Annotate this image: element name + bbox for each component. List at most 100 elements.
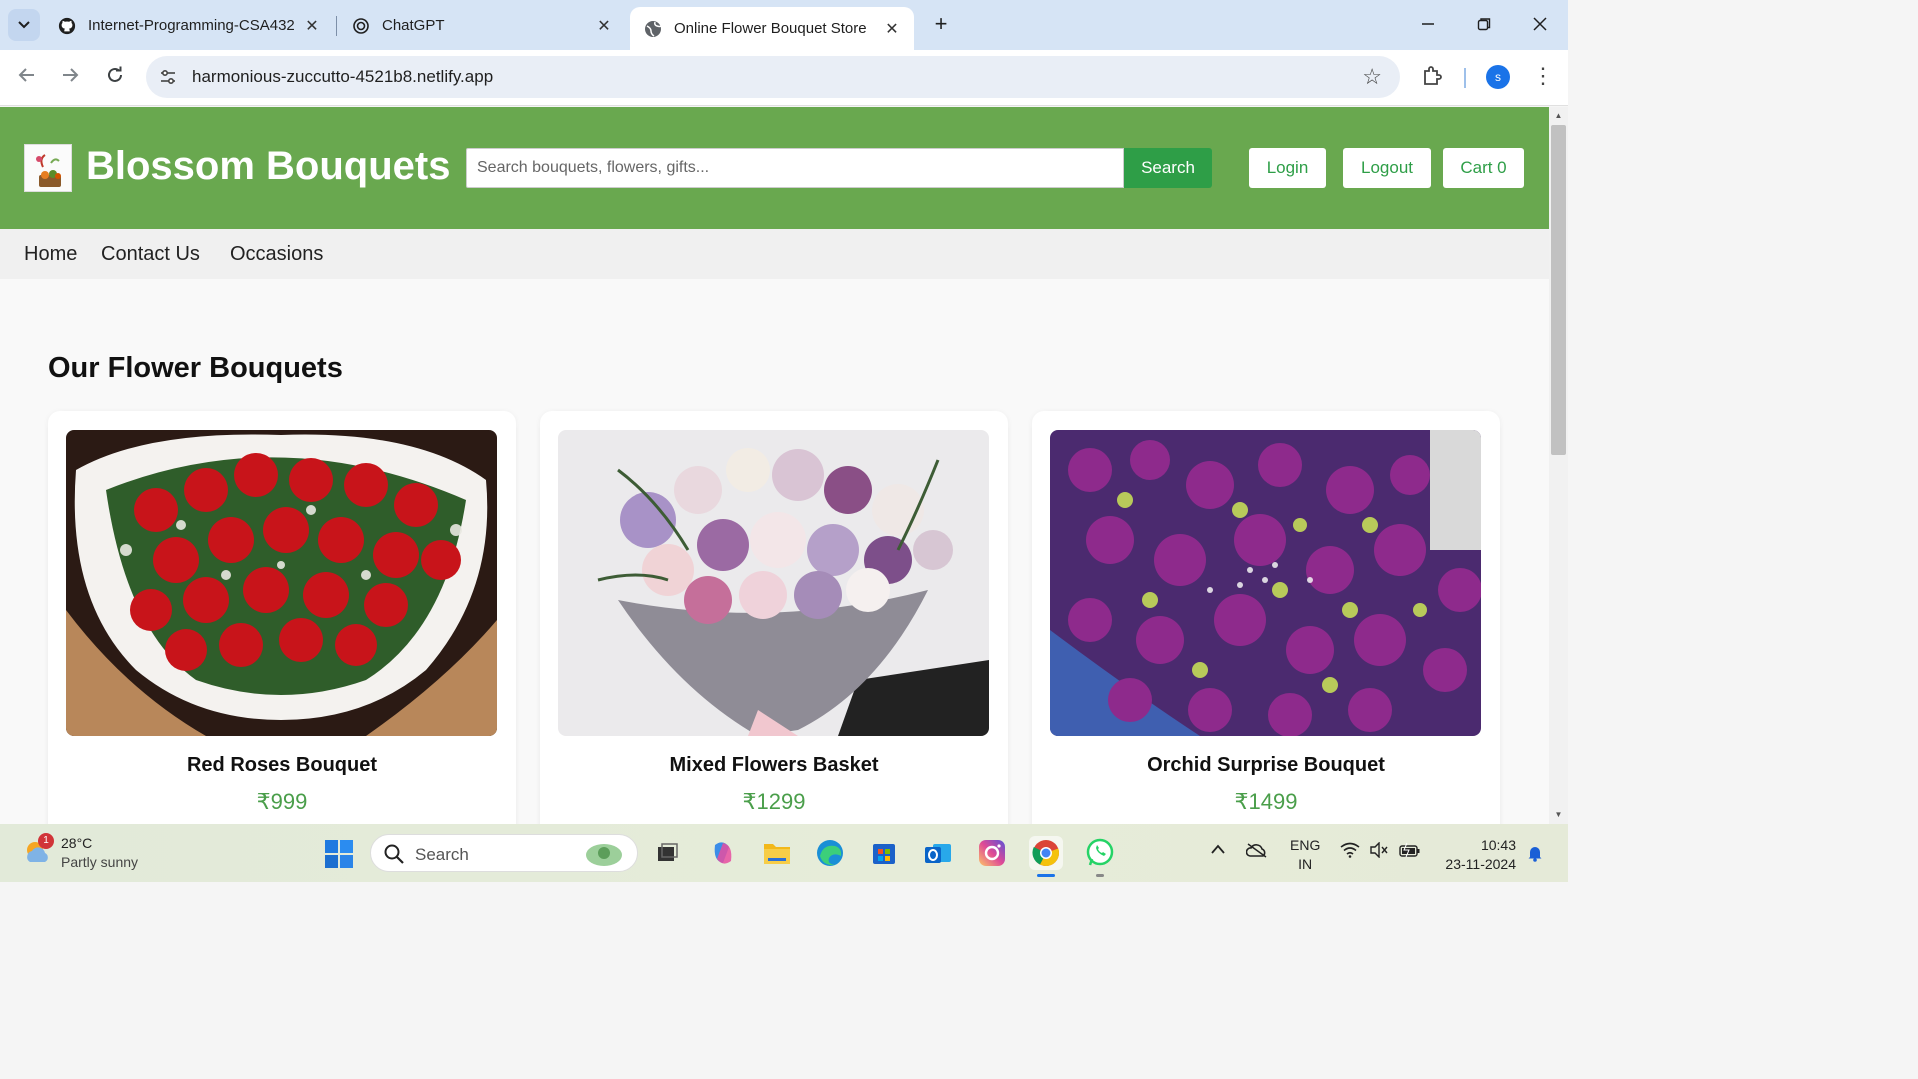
close-icon[interactable]: ✕ — [882, 19, 902, 39]
whatsapp-icon[interactable] — [1083, 836, 1117, 870]
tab-flower-store[interactable]: Online Flower Bouquet Store ✕ — [630, 7, 914, 50]
page-viewport: Blossom Bouquets Search Login Logout Car… — [0, 107, 1549, 824]
microsoft-store-icon[interactable] — [867, 836, 901, 870]
battery-icon[interactable] — [1398, 842, 1422, 861]
logout-button[interactable]: Logout — [1343, 148, 1431, 188]
main-nav: Home Contact Us Occasions — [0, 229, 1549, 279]
nav-contact-us[interactable]: Contact Us — [101, 243, 200, 266]
language-code: ENG — [1290, 837, 1321, 853]
instagram-icon[interactable] — [975, 836, 1009, 870]
product-name[interactable]: Red Roses Bouquet — [48, 754, 516, 777]
section-title: Our Flower Bouquets — [48, 352, 343, 384]
windows-start-icon[interactable] — [324, 839, 354, 869]
login-button[interactable]: Login — [1249, 148, 1326, 188]
reload-icon — [108, 66, 122, 82]
chevron-down-icon — [18, 21, 30, 29]
nav-occasions[interactable]: Occasions — [230, 243, 323, 266]
bookmark-star-icon[interactable]: ☆ — [1362, 64, 1382, 90]
toolbar-divider — [1464, 68, 1466, 88]
notification-badge: 1 — [38, 833, 54, 849]
tab-title: Internet-Programming-CSA432 — [88, 17, 295, 34]
outlook-icon[interactable] — [921, 836, 955, 870]
back-arrow-icon — [18, 68, 34, 82]
new-tab-button[interactable]: + — [928, 12, 954, 38]
weather-temperature[interactable]: 28°C — [61, 835, 92, 851]
edge-icon[interactable] — [813, 836, 847, 870]
product-price: ₹1499 — [1234, 789, 1298, 814]
chatgpt-icon — [352, 17, 370, 35]
address-bar[interactable]: harmonious-zuccutto-4521b8.netlify.app ☆ — [146, 56, 1400, 98]
taskbar-search[interactable]: Search — [370, 834, 638, 872]
product-name[interactable]: Mixed Flowers Basket — [540, 754, 1008, 777]
github-icon — [58, 17, 76, 35]
scrollbar-thumb[interactable] — [1551, 125, 1566, 455]
brand-title[interactable]: Blossom Bouquets — [86, 144, 450, 189]
close-icon[interactable]: ✕ — [594, 16, 614, 36]
product-image[interactable] — [66, 430, 497, 736]
clock-date: 23-11-2024 — [1445, 856, 1516, 872]
notification-bell-icon[interactable] — [1526, 844, 1544, 865]
search-input[interactable] — [466, 148, 1124, 188]
close-window-button[interactable] — [1520, 10, 1560, 40]
profile-avatar[interactable]: s — [1486, 65, 1510, 89]
task-view-icon[interactable] — [650, 836, 684, 870]
windows-taskbar: 1 28°C Partly sunny Search ENG IN 10:43 … — [0, 824, 1568, 882]
language-indicator[interactable]: ENG IN — [1290, 836, 1320, 874]
running-app-indicator — [1096, 874, 1104, 877]
product-card[interactable]: Red Roses Bouquet ₹999 — [48, 411, 516, 824]
forward-arrow-icon — [63, 68, 79, 82]
chrome-icon[interactable] — [1029, 836, 1063, 870]
product-card[interactable]: Mixed Flowers Basket ₹1299 — [540, 411, 1008, 824]
product-image[interactable] — [558, 430, 989, 736]
weather-condition[interactable]: Partly sunny — [61, 854, 138, 870]
copilot-icon[interactable] — [706, 836, 740, 870]
url-text[interactable]: harmonious-zuccutto-4521b8.netlify.app — [192, 67, 493, 87]
volume-muted-icon[interactable] — [1369, 841, 1389, 861]
search-icon — [383, 843, 405, 865]
scroll-up-icon[interactable]: ▲ — [1549, 111, 1568, 120]
restore-icon — [1477, 18, 1491, 31]
close-icon — [1533, 17, 1547, 31]
tab-title: Online Flower Bouquet Store — [674, 20, 867, 37]
close-icon[interactable]: ✕ — [302, 16, 322, 36]
onedrive-icon[interactable] — [1245, 842, 1268, 861]
search-button[interactable]: Search — [1124, 148, 1212, 188]
browser-toolbar: harmonious-zuccutto-4521b8.netlify.app ☆… — [0, 50, 1568, 106]
restore-button[interactable] — [1464, 10, 1504, 40]
product-card[interactable]: Orchid Surprise Bouquet ₹1499 — [1032, 411, 1500, 824]
active-app-indicator — [1037, 874, 1055, 877]
nav-home[interactable]: Home — [24, 243, 77, 266]
product-name[interactable]: Orchid Surprise Bouquet — [1032, 754, 1500, 777]
taskbar-search-label: Search — [415, 845, 469, 864]
site-header: Blossom Bouquets Search Login Logout Car… — [0, 107, 1549, 229]
more-menu-icon[interactable]: ⋮ — [1532, 63, 1554, 89]
tab-chatgpt[interactable]: ChatGPT ✕ — [338, 7, 626, 44]
product-image[interactable] — [1050, 430, 1481, 736]
reload-button[interactable] — [100, 63, 130, 93]
scroll-down-icon[interactable]: ▼ — [1549, 810, 1568, 819]
search-highlight-icon — [581, 839, 627, 869]
site-logo[interactable] — [24, 144, 72, 192]
clock-time: 10:43 — [1480, 837, 1516, 853]
tab-separator — [336, 16, 337, 36]
back-button[interactable] — [12, 63, 42, 93]
tab-title: ChatGPT — [382, 17, 445, 34]
globe-icon — [644, 20, 662, 38]
product-price: ₹999 — [256, 789, 308, 814]
product-price: ₹1299 — [742, 789, 806, 814]
system-clock[interactable]: 10:43 23-11-2024 — [1436, 836, 1516, 874]
file-explorer-icon[interactable] — [760, 836, 794, 870]
wifi-icon[interactable] — [1340, 842, 1360, 861]
extensions-icon[interactable] — [1420, 64, 1446, 90]
tab-strip: Internet-Programming-CSA432 ✕ ChatGPT ✕ … — [0, 0, 1568, 50]
forward-button[interactable] — [55, 63, 85, 93]
site-settings-icon[interactable] — [158, 67, 178, 87]
minimize-icon — [1422, 23, 1434, 25]
page-scrollbar[interactable]: ▲ ▼ — [1549, 107, 1568, 824]
tab-search-button[interactable] — [8, 9, 40, 41]
minimize-button[interactable] — [1408, 10, 1448, 40]
region-code: IN — [1298, 856, 1313, 872]
tab-github[interactable]: Internet-Programming-CSA432 ✕ — [44, 7, 334, 44]
cart-button[interactable]: Cart 0 — [1443, 148, 1524, 188]
show-hidden-icons-icon[interactable] — [1210, 842, 1226, 858]
